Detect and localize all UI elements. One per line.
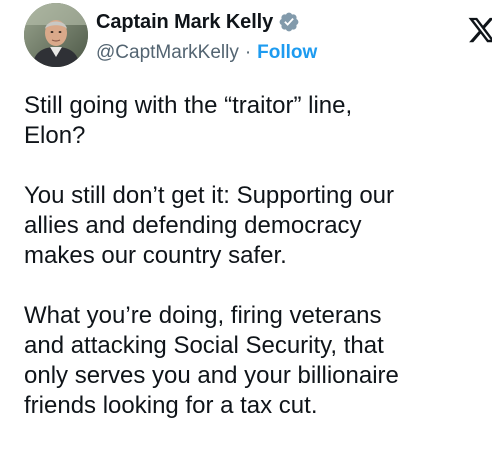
user-handle[interactable]: @CaptMarkKelly (96, 42, 239, 64)
tweet-paragraph-1: Still going with the “traitor” line, Elo… (24, 92, 353, 149)
avatar[interactable] (24, 3, 88, 67)
tweet-text: Still going with the “traitor” line, Elo… (24, 91, 474, 421)
tweet-paragraph-3: What you’re doing, firing veterans and a… (24, 302, 399, 419)
tweet-paragraph-2: You still don’t get it: Supporting our a… (24, 182, 395, 269)
tweet-card: Captain Mark Kelly @CaptMarkKelly · Foll… (0, 0, 492, 467)
verified-badge-icon (278, 11, 300, 33)
separator-dot: · (244, 42, 252, 63)
avatar-photo (24, 3, 88, 67)
display-name[interactable]: Captain Mark Kelly (96, 11, 273, 34)
x-logo-icon[interactable] (467, 15, 492, 45)
follow-button[interactable]: Follow (257, 42, 317, 64)
tweet-header: Captain Mark Kelly @CaptMarkKelly · Foll… (24, 3, 492, 73)
handle-row: @CaptMarkKelly · Follow (96, 41, 317, 65)
name-row: Captain Mark Kelly (96, 9, 300, 35)
